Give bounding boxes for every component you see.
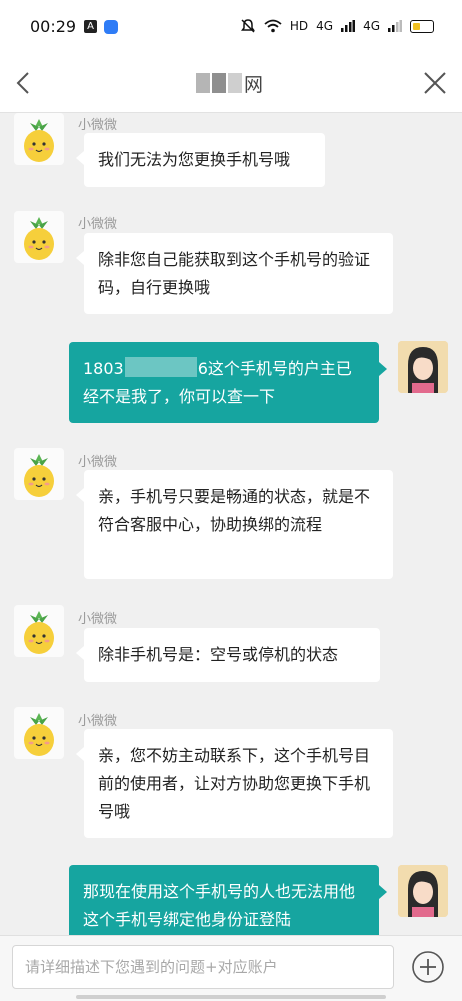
pineapple-icon <box>24 713 54 756</box>
page-title-wrap: 网 <box>196 68 263 98</box>
pineapple-icon <box>24 217 54 260</box>
back-arrow-icon[interactable] <box>10 66 40 100</box>
message-input[interactable] <box>12 945 394 989</box>
agent-avatar <box>14 113 64 165</box>
agent-message-bubble: 亲，您不妨主动联系下，这个手机号目前的使用者，让对方协助您更换下手机号哦 <box>76 729 393 838</box>
agent-message-bubble: 除非您自己能获取到这个手机号的验证码，自行更换哦 <box>76 233 393 314</box>
chat-message-list[interactable]: 小微微 我们无法为您更换手机号哦 小微微 除非您自己能获取到这个手机号的验证码，… <box>0 113 462 935</box>
message-text-prefix: 1803 <box>83 359 124 378</box>
add-icon[interactable] <box>410 949 446 985</box>
signal-icon <box>341 20 356 32</box>
mute-icon <box>240 19 255 33</box>
sender-name: 小微微 <box>78 714 118 729</box>
status-time: 00:29 <box>30 17 77 36</box>
notification-app-icon: A <box>84 20 97 33</box>
home-indicator[interactable] <box>76 995 386 999</box>
hd-label: HD <box>289 19 309 33</box>
signal-icon-2 <box>388 20 402 32</box>
girl-avatar-icon <box>398 341 448 393</box>
pineapple-icon <box>24 119 54 162</box>
agent-avatar <box>14 211 64 263</box>
title-bar: 网 <box>0 56 462 113</box>
pineapple-icon <box>24 611 54 654</box>
phone-redaction <box>124 357 197 377</box>
agent-avatar <box>14 448 64 500</box>
close-icon[interactable] <box>418 66 452 100</box>
sender-name: 小微微 <box>78 455 118 470</box>
page-title: 网 <box>244 73 264 96</box>
agent-message-bubble: 除非手机号是：空号或停机的状态 <box>76 628 380 682</box>
network-label-1: 4G <box>316 19 334 33</box>
wifi-icon <box>264 19 282 33</box>
status-bar: 00:29 A HD 4G 4G <box>0 0 462 56</box>
sender-name: 小微微 <box>78 118 118 133</box>
sender-name: 小微微 <box>78 217 118 232</box>
agent-avatar <box>14 707 64 759</box>
user-avatar <box>398 341 448 393</box>
network-label-2: 4G <box>363 19 380 33</box>
agent-message-bubble: 我们无法为您更换手机号哦 <box>76 133 325 187</box>
user-message-bubble: 1803 6这个手机号的户主已经不是我了，你可以查一下 <box>69 342 387 423</box>
message-input-bar <box>0 935 462 1001</box>
agent-avatar <box>14 605 64 657</box>
notification-app-icon-blue <box>104 20 118 34</box>
status-indicators: HD 4G 4G <box>240 18 434 34</box>
battery-icon <box>410 19 434 33</box>
user-message-bubble: 那现在使用这个手机号的人也无法用他这个手机号绑定他身份证登陆 <box>69 865 387 935</box>
pineapple-icon <box>24 454 54 497</box>
agent-message-bubble: 亲，手机号只要是畅通的状态，就是不符合客服中心，协助换绑的流程 <box>76 470 393 579</box>
title-redaction <box>196 73 242 93</box>
sender-name: 小微微 <box>78 612 118 627</box>
girl-avatar-icon <box>398 865 448 917</box>
user-avatar <box>398 865 448 917</box>
